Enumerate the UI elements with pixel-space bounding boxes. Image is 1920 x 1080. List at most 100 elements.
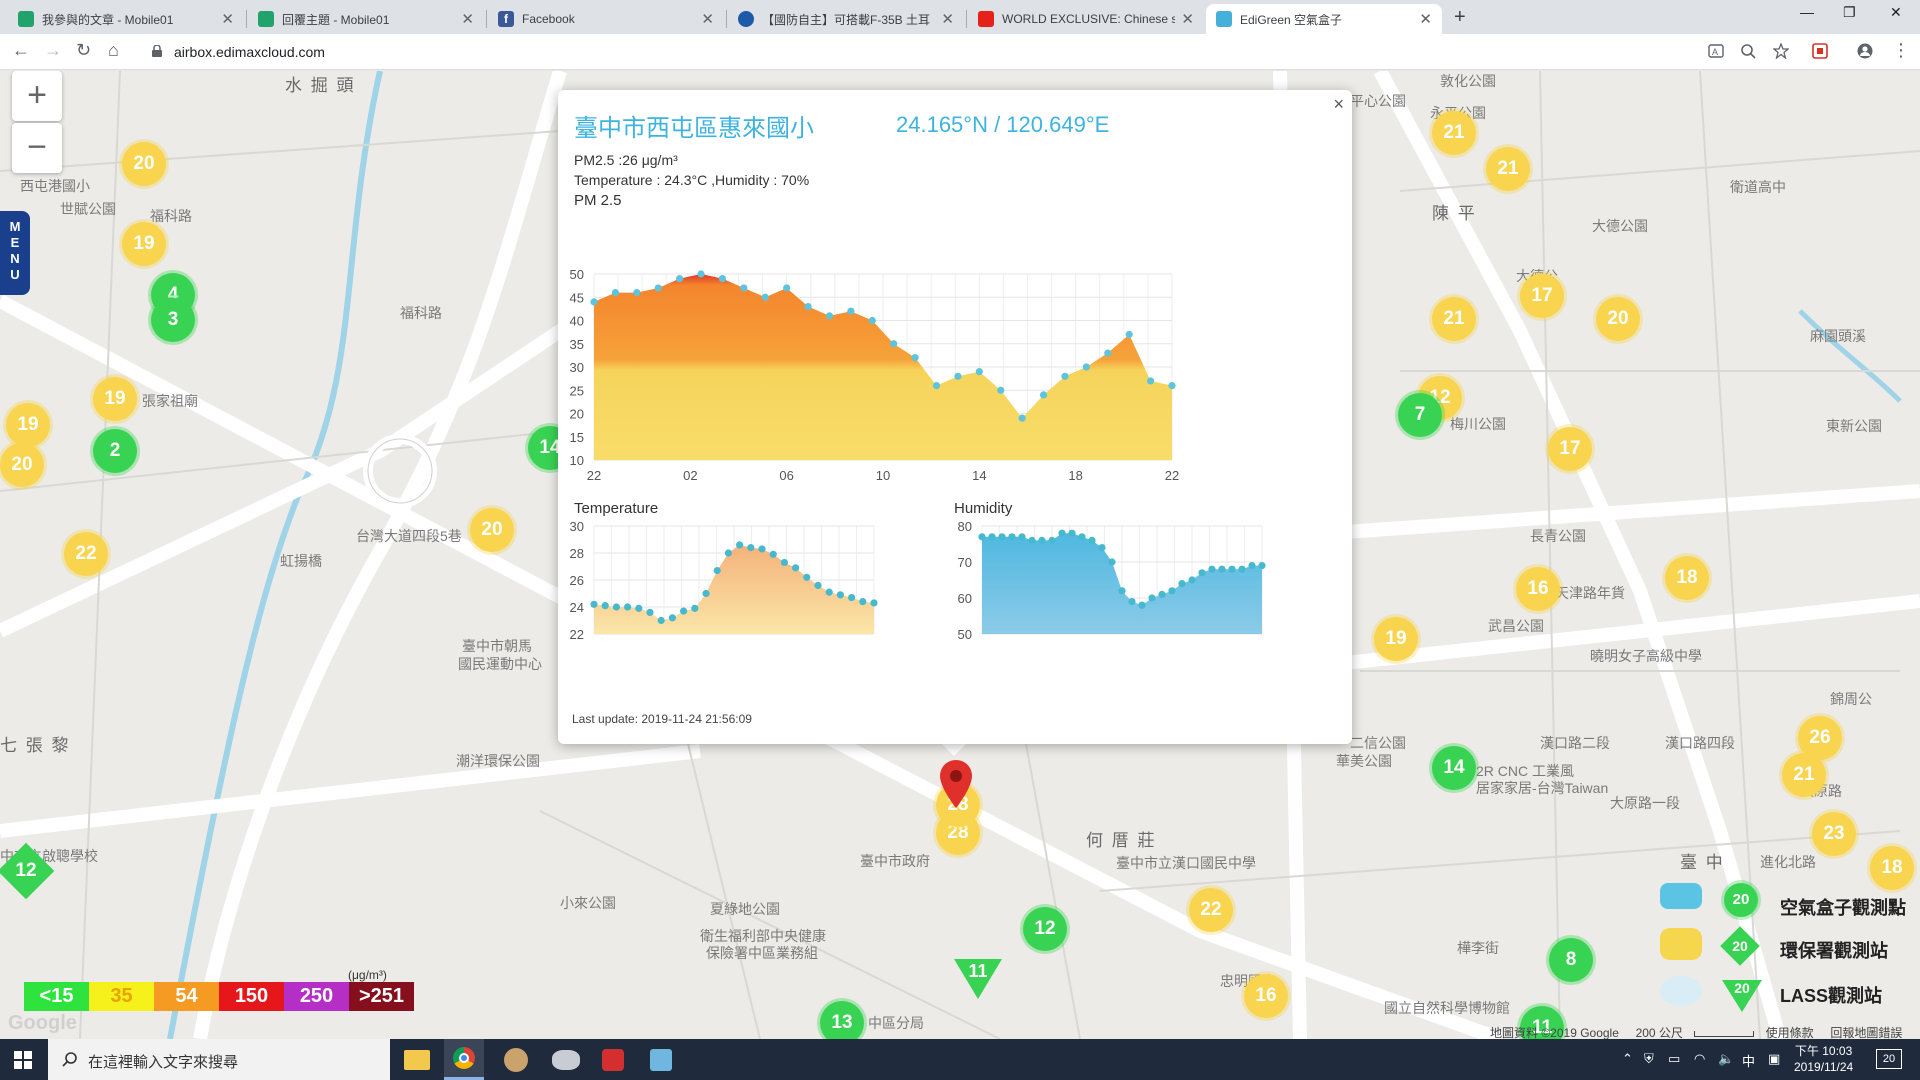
notification-center-icon[interactable]: 20	[1876, 1049, 1902, 1069]
restore-icon[interactable]: ❐	[1843, 4, 1856, 21]
data-point	[825, 588, 833, 596]
close-tab-icon[interactable]: ✕	[221, 10, 234, 28]
close-window-icon[interactable]: ✕	[1890, 4, 1902, 21]
airbox-marker[interactable]: 21	[1782, 753, 1826, 797]
lass-station-marker[interactable]: 11	[954, 959, 1002, 999]
menu-tab[interactable]: MENU	[0, 211, 30, 295]
forward-icon[interactable]: →	[44, 40, 62, 61]
airbox-marker[interactable]: 20	[122, 142, 166, 186]
terms-link[interactable]: 使用條款	[1766, 1026, 1814, 1040]
airbox-marker[interactable]: 19	[122, 222, 166, 266]
y-tick-label: 40	[570, 314, 584, 329]
app-icon-4[interactable]	[650, 1049, 672, 1071]
address-bar[interactable]: airbox.edimaxcloud.com	[140, 38, 1700, 66]
tab-mobile01-reply[interactable]: 回覆主題 - Mobile01 ✕	[248, 4, 484, 34]
more-menu-icon[interactable]: ⋮	[1892, 40, 1910, 61]
reload-icon[interactable]: ↻	[76, 40, 91, 61]
data-point	[932, 382, 941, 390]
airbox-marker[interactable]: 19	[6, 403, 50, 447]
app-icon-2[interactable]	[552, 1050, 580, 1070]
data-point	[761, 293, 769, 301]
data-point	[646, 608, 654, 616]
airbox-marker[interactable]: 22	[64, 532, 108, 576]
zoom-in-button[interactable]: +	[12, 71, 62, 121]
notification-count: 20	[1882, 1053, 1896, 1065]
y-tick-label: 30	[570, 520, 584, 534]
report-error-link[interactable]: 回報地圖錯誤	[1830, 1026, 1902, 1040]
airbox-marker[interactable]: 17	[1548, 427, 1592, 471]
airbox-marker[interactable]: 7	[1398, 393, 1442, 437]
airbox-marker[interactable]: 21	[1432, 111, 1476, 155]
airbox-marker[interactable]: 20	[470, 508, 514, 552]
tray-battery-icon[interactable]: ▭	[1668, 1051, 1680, 1067]
tray-app-icon[interactable]: ▣	[1768, 1051, 1780, 1067]
airbox-marker[interactable]: 18	[1665, 556, 1709, 600]
new-tab-button[interactable]: +	[1454, 6, 1466, 29]
airbox-marker[interactable]: 16	[1244, 974, 1288, 1018]
ime-indicator[interactable]: 中	[1742, 1051, 1755, 1070]
clock[interactable]: 下午 10:03 2019/11/24	[1794, 1043, 1853, 1075]
map-place-label: 七 張 黎	[0, 736, 71, 755]
popup-close-button[interactable]: ×	[1333, 94, 1344, 115]
chrome-icon[interactable]	[444, 1039, 484, 1080]
close-tab-icon[interactable]: ✕	[1181, 10, 1194, 28]
close-tab-icon[interactable]: ✕	[1419, 10, 1432, 28]
tab-facebook[interactable]: f Facebook ✕	[488, 4, 724, 34]
airbox-marker[interactable]: 23	[1812, 812, 1856, 856]
airbox-marker[interactable]: 12	[1023, 907, 1067, 951]
taskbar-search-box[interactable]: 在這裡輸入文字來搜尋	[48, 1039, 390, 1080]
airbox-marker[interactable]: 2	[93, 429, 137, 473]
minimize-icon[interactable]: —	[1800, 4, 1814, 20]
airbox-marker[interactable]: 19	[93, 377, 137, 421]
y-tick-label: 26	[570, 573, 584, 588]
tray-network-icon[interactable]: ◠	[1694, 1051, 1705, 1067]
airbox-marker[interactable]: 19	[1374, 617, 1418, 661]
translate-icon[interactable]: A	[1708, 43, 1724, 59]
airbox-marker[interactable]: 17	[1520, 274, 1564, 318]
map-place-label: 進化北路	[1760, 854, 1816, 870]
data-point	[633, 289, 641, 297]
extension-icon[interactable]	[1812, 43, 1828, 59]
map-place-label: 武昌公園	[1488, 618, 1544, 634]
airbox-marker[interactable]: 20	[1596, 297, 1640, 341]
app-icon-1[interactable]	[504, 1048, 528, 1072]
data-point	[814, 581, 822, 589]
bookmark-star-icon[interactable]	[1773, 43, 1789, 59]
close-tab-icon[interactable]: ✕	[461, 10, 474, 28]
airbox-marker[interactable]: 8	[1549, 938, 1593, 982]
airbox-marker[interactable]: 18	[1870, 846, 1914, 890]
app-icon-3[interactable]	[602, 1049, 624, 1071]
zoom-out-button[interactable]: −	[12, 123, 62, 173]
tab-mobile01-articles[interactable]: 我參與的文章 - Mobile01 ✕	[8, 4, 244, 34]
location-pin-icon[interactable]	[940, 760, 972, 808]
tray-volume-icon[interactable]: 🔈	[1718, 1051, 1734, 1067]
airbox-marker[interactable]: 22	[1189, 888, 1233, 932]
windows-start-icon[interactable]	[14, 1051, 32, 1069]
tab-defense-news[interactable]: 【國防自主】可搭載F-35B 土耳 ✕	[728, 4, 964, 34]
close-tab-icon[interactable]: ✕	[941, 10, 954, 28]
airbox-marker[interactable]: 20	[0, 443, 44, 487]
tab-youtube[interactable]: WORLD EXCLUSIVE: Chinese sp ✕	[968, 4, 1204, 34]
close-tab-icon[interactable]: ✕	[701, 10, 714, 28]
zoom-icon[interactable]	[1740, 43, 1756, 59]
data-point	[1098, 544, 1106, 552]
airbox-marker[interactable]: 21	[1432, 297, 1476, 341]
back-icon[interactable]: ←	[12, 40, 30, 61]
airbox-marker[interactable]: 16	[1516, 567, 1560, 611]
data-point	[859, 598, 867, 606]
tab-edigreen-active[interactable]: EdiGreen 空氣盒子 ✕	[1206, 4, 1442, 34]
profile-icon[interactable]	[1857, 43, 1873, 59]
y-tick-label: 70	[958, 555, 972, 570]
windows-taskbar: 在這裡輸入文字來搜尋 ⌃ ⛨ ▭ ◠ 🔈 中 ▣ 下午 10:03 2019/1…	[0, 1039, 1920, 1080]
home-icon[interactable]: ⌂	[108, 40, 119, 61]
tray-security-icon[interactable]: ⛨	[1644, 1051, 1654, 1067]
tray-chevron-icon[interactable]: ⌃	[1622, 1051, 1633, 1067]
airbox-marker[interactable]: 13	[820, 1001, 864, 1039]
data-point	[1118, 587, 1126, 595]
airbox-marker[interactable]: 21	[1486, 147, 1530, 191]
file-explorer-icon[interactable]	[404, 1050, 430, 1070]
y-tick-label: 25	[570, 383, 584, 398]
y-tick-label: 80	[958, 520, 972, 534]
airbox-marker[interactable]: 3	[151, 298, 195, 342]
airbox-marker[interactable]: 14	[1432, 746, 1476, 790]
